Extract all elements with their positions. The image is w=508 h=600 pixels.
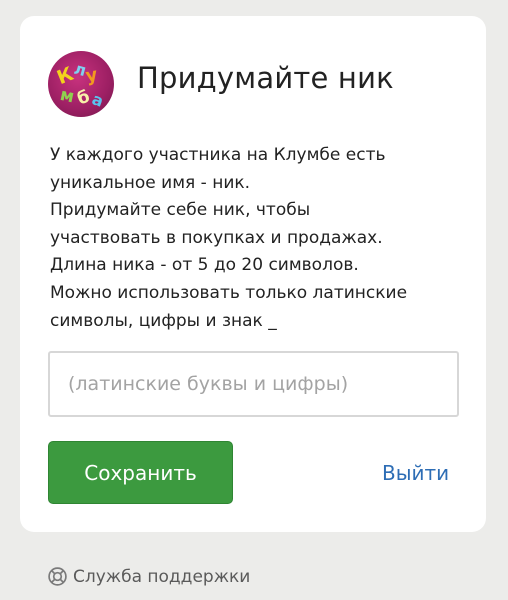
- svg-text:м: м: [58, 85, 76, 107]
- description-line: уникальное имя - ник.: [50, 172, 251, 193]
- page-title: Придумайте ник: [137, 61, 394, 95]
- support-label: Служба поддержки: [73, 566, 251, 587]
- logout-link[interactable]: Выйти: [382, 461, 449, 485]
- description-line: символы, цифры и знак _: [50, 310, 277, 331]
- save-button[interactable]: Сохранить: [48, 441, 233, 504]
- svg-text:а: а: [90, 89, 107, 111]
- description-text: У каждого участника на Клумбе есть уника…: [50, 142, 475, 335]
- description-line: Можно использовать только латинские: [50, 282, 408, 303]
- svg-text:у: у: [84, 64, 99, 87]
- lifebuoy-icon: [48, 567, 67, 586]
- support-link[interactable]: Служба поддержки: [47, 566, 250, 587]
- nick-dialog-card: К л у м б а Придумайте ник У каждого уча…: [20, 16, 486, 532]
- klumba-logo-icon: К л у м б а: [48, 51, 114, 117]
- description-line: У каждого участника на Клумбе есть: [50, 145, 386, 165]
- description-line: Длина ника - от 5 до 20 символов.: [50, 255, 359, 276]
- description-line: Придумайте себе ник, чтобы: [50, 200, 311, 221]
- nick-input[interactable]: [48, 351, 459, 417]
- description-line: участвовать в покупках и продажах.: [50, 227, 383, 248]
